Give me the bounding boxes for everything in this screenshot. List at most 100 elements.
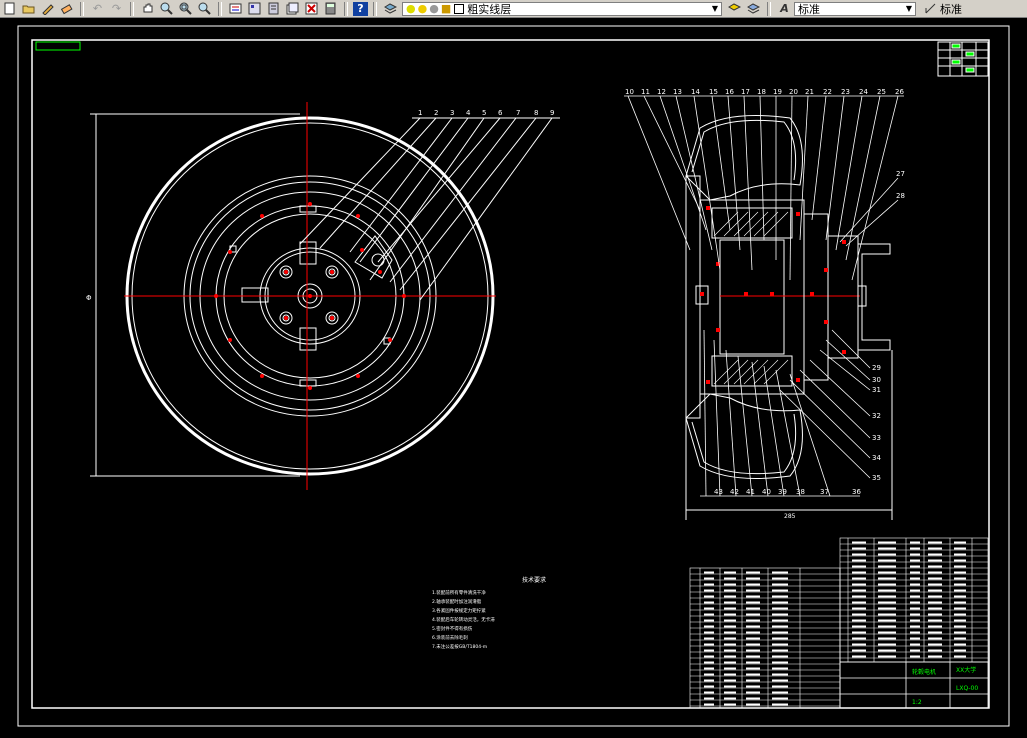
design-center-icon[interactable] xyxy=(246,1,263,16)
toolbar-separator xyxy=(767,1,771,16)
tech-requirements-title: 技术要求 xyxy=(522,576,546,584)
drawing-number-box xyxy=(35,41,81,51)
text-style-dropdown[interactable]: 标准 ▼ xyxy=(794,1,916,16)
toolbar-separator xyxy=(80,1,84,16)
center-lines xyxy=(124,102,496,490)
text-style-value: 标准 xyxy=(798,2,820,16)
part-label: 14 xyxy=(691,88,700,96)
part-numbers-left: 1 2 3 4 5 6 7 8 9 xyxy=(418,109,554,117)
part-label: 17 xyxy=(741,88,750,96)
part-label: 40 xyxy=(762,488,771,496)
part-label: 8 xyxy=(534,109,538,117)
part-label: 18 xyxy=(757,88,766,96)
sheet-inner-border xyxy=(31,39,990,709)
redo-icon[interactable]: ↷ xyxy=(108,1,125,16)
undo-icon[interactable]: ↶ xyxy=(89,1,106,16)
tech-line: 3.各紧固件按规定力矩拧紧 xyxy=(432,607,486,614)
toolbar-separator xyxy=(130,1,134,16)
zoom-realtime-icon[interactable] xyxy=(158,1,175,16)
leader-lines-left xyxy=(299,117,560,301)
part-label: 39 xyxy=(778,488,787,496)
part-label: 33 xyxy=(872,434,881,442)
part-label: 22 xyxy=(823,88,832,96)
part-label: 27 xyxy=(896,170,905,178)
sheet-set-icon[interactable] xyxy=(284,1,301,16)
part-label: 6 xyxy=(498,109,503,117)
tech-line: 2.轴承装配时加注润滑脂 xyxy=(432,598,482,605)
wheel-section-view xyxy=(685,115,893,520)
layer-dropdown[interactable]: ● ● ● ■ 粗实线层 ▼ xyxy=(402,1,722,16)
part-label: 38 xyxy=(796,488,805,496)
color-square-icon xyxy=(454,3,465,14)
text-style-icon[interactable]: A xyxy=(776,1,793,16)
part-label: 34 xyxy=(872,454,881,462)
cad-drawing: Φ 1 2 3 4 5 6 7 8 9 10 11 12 13 14 15 16… xyxy=(17,25,1010,727)
part-label: 7 xyxy=(516,109,520,117)
part-label: 29 xyxy=(872,364,881,372)
title-block-name: 轮毂电机 xyxy=(912,668,936,676)
part-label: 26 xyxy=(895,88,904,96)
part-label: 21 xyxy=(805,88,814,96)
part-label: 37 xyxy=(820,488,829,496)
section-red-marks xyxy=(700,206,846,384)
layer-icon[interactable] xyxy=(382,1,399,16)
part-label: 4 xyxy=(466,109,471,117)
title-block-scale: 1:2 xyxy=(912,699,922,706)
part-label: 32 xyxy=(872,412,881,420)
dim-style-value[interactable]: 标准 xyxy=(940,1,962,17)
dim-style-icon[interactable] xyxy=(922,1,939,16)
part-label: 23 xyxy=(841,88,850,96)
zoom-previous-icon[interactable] xyxy=(196,1,213,16)
part-label: 12 xyxy=(657,88,666,96)
open-icon[interactable] xyxy=(20,1,37,16)
part-label: 30 xyxy=(872,376,881,384)
toolbar-separator xyxy=(373,1,377,16)
part-label: 31 xyxy=(872,386,881,394)
part-label: 10 xyxy=(625,88,634,96)
toolbar-separator xyxy=(218,1,222,16)
layer-previous-icon[interactable] xyxy=(745,1,762,16)
layer-name: 粗实线层 xyxy=(467,2,512,16)
part-label: 19 xyxy=(773,88,782,96)
new-icon[interactable] xyxy=(1,1,18,16)
part-label: 35 xyxy=(872,474,881,482)
part-label: 36 xyxy=(852,488,861,496)
part-label: 41 xyxy=(746,488,755,496)
tech-line: 7.未注公差按GB/T1804-m xyxy=(432,643,487,650)
standard-toolbar: ↶ ↷ ? ● ● ● ■ 粗实线层 ▼ A 标准 ▼ 标准 xyxy=(0,0,1027,18)
markup-icon[interactable] xyxy=(303,1,320,16)
tech-line: 1.装配前所有零件清洗干净 xyxy=(432,589,486,596)
part-label: 5 xyxy=(482,109,486,117)
pencil-icon[interactable] xyxy=(39,1,56,16)
tech-requirements: 1.装配前所有零件清洗干净 2.轴承装配时加注润滑脂 3.各紧固件按规定力矩拧紧… xyxy=(432,589,495,650)
part-label: 20 xyxy=(789,88,798,96)
toolbar-separator xyxy=(344,1,348,16)
revision-grid xyxy=(937,41,989,77)
eraser-icon[interactable] xyxy=(58,1,75,16)
sun-icon: ● xyxy=(417,2,428,15)
part-label: 43 xyxy=(714,488,723,496)
tech-line: 5.密封件不得有损伤 xyxy=(432,625,473,632)
properties-icon[interactable] xyxy=(227,1,244,16)
layer-state-icon[interactable] xyxy=(726,1,743,16)
tool-palette-icon[interactable] xyxy=(265,1,282,16)
chevron-down-icon: ▼ xyxy=(905,4,912,13)
dim-width-label: 285 xyxy=(784,513,796,520)
zoom-window-icon[interactable] xyxy=(177,1,194,16)
part-label: 9 xyxy=(550,109,554,117)
chevron-down-icon: ▼ xyxy=(711,4,718,13)
dim-diameter-label: Φ xyxy=(86,294,92,302)
part-label: 13 xyxy=(673,88,682,96)
pan-icon[interactable] xyxy=(139,1,156,16)
part-label: 15 xyxy=(709,88,718,96)
part-numbers-right: 10 11 12 13 14 15 16 17 18 19 20 21 22 2… xyxy=(625,88,905,496)
calculator-icon[interactable] xyxy=(322,1,339,16)
part-label: 2 xyxy=(434,109,438,117)
title-block-company: XX大学 xyxy=(956,666,976,674)
part-label: 3 xyxy=(450,109,454,117)
part-label: 42 xyxy=(730,488,739,496)
help-icon[interactable]: ? xyxy=(353,1,368,16)
drawing-canvas[interactable]: Φ 1 2 3 4 5 6 7 8 9 10 11 12 13 14 15 16… xyxy=(0,18,1027,734)
part-label: 11 xyxy=(641,88,650,96)
freeze-icon: ● xyxy=(429,2,439,15)
